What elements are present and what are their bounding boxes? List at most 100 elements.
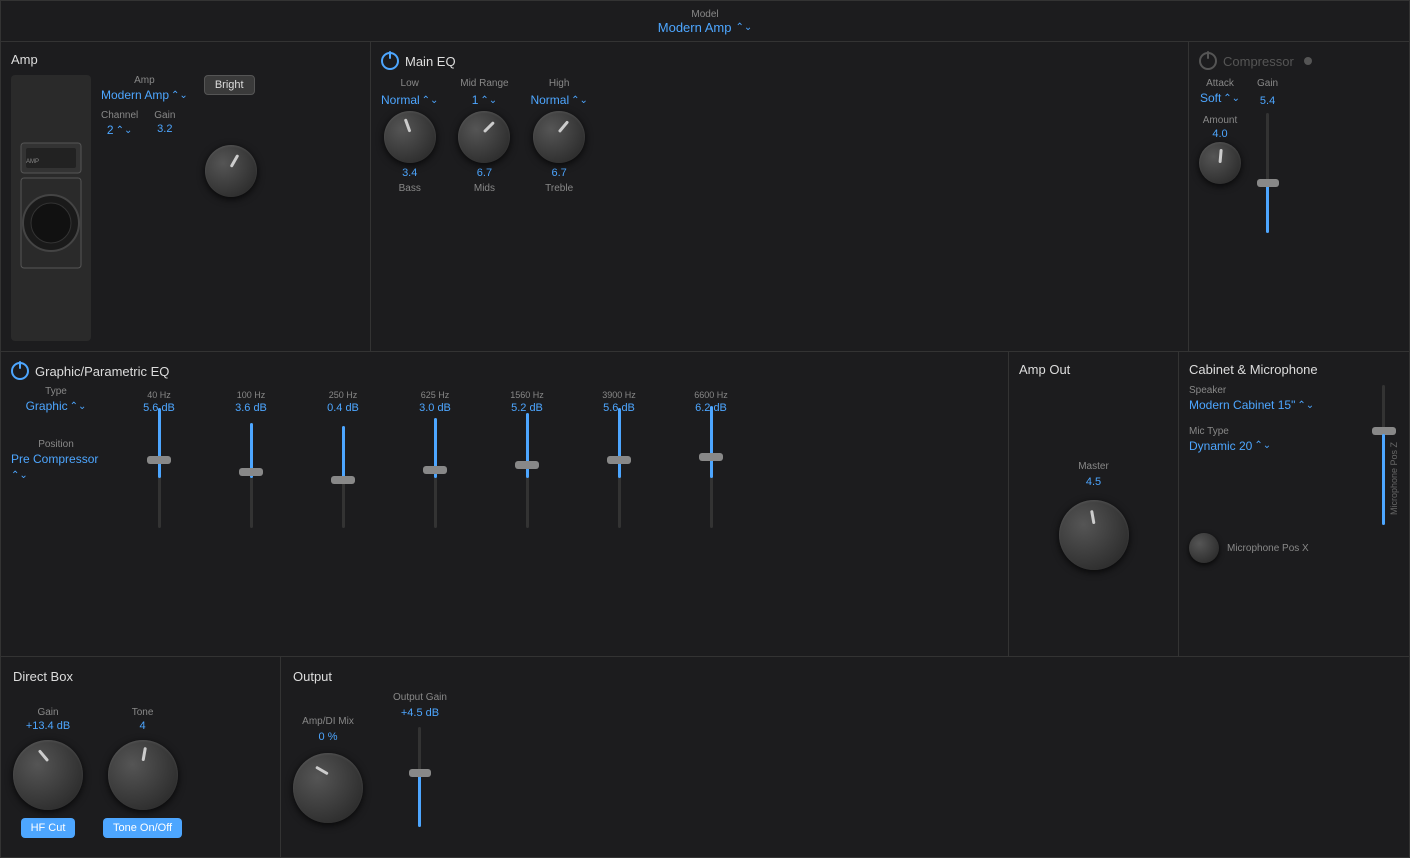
db-gain-knob[interactable] (13, 740, 83, 810)
channel-chevron: ⌃⌄ (116, 125, 133, 136)
band-6600hz-slider[interactable] (710, 422, 713, 542)
eq-band-100hz: 100 Hz 3.6 dB (211, 390, 291, 542)
gain-value: 3.2 (157, 123, 172, 135)
band-3900hz-label: 3900 Hz (602, 390, 636, 400)
db-tone-knob[interactable] (108, 740, 178, 810)
output-gain-slider[interactable] (418, 727, 421, 847)
ampdi-knob[interactable] (293, 753, 363, 823)
position-selector[interactable]: Pre Compressor ⌃⌄ (11, 452, 101, 481)
model-selector[interactable]: Modern Amp ⌃⌄ (1, 20, 1409, 35)
mic-pos-x-row: Microphone Pos X (1189, 533, 1399, 563)
eq-band-sliders: 40 Hz 5.6 dB 100 Hz (119, 386, 998, 646)
bright-button[interactable]: Bright (204, 75, 255, 95)
mic-type-label: Mic Type (1189, 426, 1229, 437)
compressor-status-dot (1304, 57, 1312, 65)
ampdi-value: 0 % (319, 731, 338, 743)
eq-low-knob[interactable] (384, 111, 436, 163)
mic-type-control: Mic Type Dynamic 20 ⌃⌄ (1189, 426, 1374, 453)
band-1560hz-label: 1560 Hz (510, 390, 544, 400)
band-250hz-value: 0.4 dB (327, 402, 359, 414)
db-tone-value: 4 (139, 720, 145, 732)
type-control: Type Graphic ⌃⌄ (11, 386, 101, 413)
amp-model-control: Amp Modern Amp ⌃⌄ (101, 75, 188, 102)
band-625hz-slider[interactable] (434, 422, 437, 542)
amp-model-label: Amp (134, 75, 155, 86)
comp-gain-label: Gain (1257, 78, 1278, 89)
band-6600hz-label: 6600 Hz (694, 390, 728, 400)
row2: Graphic/Parametric EQ Type Graphic ⌃⌄ (1, 352, 1409, 657)
svg-text:AMP: AMP (26, 159, 39, 165)
output-title: Output (293, 669, 1397, 684)
eq-bass-label: Bass (399, 183, 421, 194)
band-3900hz-slider[interactable] (618, 422, 621, 542)
output-gain-label: Output Gain (393, 692, 447, 703)
amp-bottom-controls: Channel 2 ⌃⌄ Gain 3.2 (101, 110, 360, 137)
amp-inner: AMP Amp Modern Amp ⌃⌄ (11, 75, 360, 341)
attack-control: Attack Soft ⌃⌄ (1199, 78, 1241, 105)
ampdi-label: Amp/DI Mix (302, 716, 354, 727)
amp-out-section: Amp Out Master 4.5 (1009, 352, 1179, 656)
eq-midrange-selector[interactable]: 1 ⌃⌄ (472, 93, 497, 107)
channel-control: Channel 2 ⌃⌄ (101, 110, 138, 137)
amount-label: Amount (1203, 115, 1237, 126)
main-eq-section: Main EQ Low Normal ⌃⌄ 3.4 Bass (371, 42, 1189, 351)
row1: Amp AMP (1, 42, 1409, 352)
comp-gain-slider[interactable] (1266, 113, 1269, 273)
master-knob[interactable] (1059, 500, 1129, 570)
type-selector[interactable]: Graphic ⌃⌄ (26, 399, 87, 413)
type-label: Type (45, 386, 67, 397)
ampdi-control: Amp/DI Mix 0 % (293, 716, 363, 823)
graphic-eq-power-icon[interactable] (11, 362, 29, 380)
tone-on-off-button[interactable]: Tone On/Off (103, 818, 182, 838)
mic-pos-z-label: Microphone Pos Z (1389, 395, 1399, 515)
amount-knob[interactable] (1199, 142, 1241, 184)
gain-knob-container (101, 145, 360, 197)
eq-band-625hz: 625 Hz 3.0 dB (395, 390, 475, 542)
eq-mids-knob[interactable] (458, 111, 510, 163)
sections: Amp AMP (1, 42, 1409, 857)
band-1560hz-slider[interactable] (526, 422, 529, 542)
mic-pos-z-slider[interactable] (1382, 385, 1385, 525)
speaker-selector[interactable]: Modern Cabinet 15" ⌃⌄ (1189, 398, 1314, 414)
mic-pos-x-knob[interactable] (1189, 533, 1219, 563)
eq-treble-knob[interactable] (533, 111, 585, 163)
compressor-section: Compressor Attack Soft ⌃⌄ Amoun (1189, 42, 1409, 351)
band-40hz-slider[interactable] (158, 422, 161, 542)
hf-cut-button[interactable]: HF Cut (21, 818, 76, 838)
mic-type-selector[interactable]: Dynamic 20 ⌃⌄ (1189, 439, 1271, 453)
amount-control: Amount 4.0 (1199, 115, 1241, 184)
eq-band-1560hz: 1560 Hz 5.2 dB (487, 390, 567, 542)
compressor-title: Compressor (1199, 52, 1399, 70)
master-label: Master (1078, 461, 1109, 472)
compressor-right: Gain 5.4 (1257, 78, 1278, 341)
compressor-power-icon[interactable] (1199, 52, 1217, 70)
eq-low-col: Low Normal ⌃⌄ 3.4 Bass (381, 78, 438, 194)
band-100hz-slider[interactable] (250, 422, 253, 542)
eq-mids-label: Mids (474, 183, 495, 194)
gain-knob[interactable] (205, 145, 257, 197)
band-250hz-label: 250 Hz (329, 390, 358, 400)
cabinet-section: Cabinet & Microphone Speaker Modern Cabi… (1179, 352, 1409, 656)
main-eq-label: Main EQ (405, 54, 456, 69)
eq-band-250hz: 250 Hz 0.4 dB (303, 390, 383, 542)
eq-high-col: High Normal ⌃⌄ 6.7 Treble (530, 78, 587, 194)
output-section: Output Amp/DI Mix 0 % Output Gain +4.5 d… (281, 657, 1409, 857)
attack-selector[interactable]: Soft ⌃⌄ (1200, 91, 1240, 105)
direct-box-title: Direct Box (13, 669, 268, 684)
main-eq-power-icon[interactable] (381, 52, 399, 70)
eq-band-40hz: 40 Hz 5.6 dB (119, 390, 199, 542)
header: Model Modern Amp ⌃⌄ (1, 1, 1409, 42)
channel-selector[interactable]: 2 ⌃⌄ (107, 123, 132, 137)
mic-pos-x-label: Microphone Pos X (1227, 543, 1309, 554)
eq-low-selector[interactable]: Normal ⌃⌄ (381, 93, 438, 107)
amp-controls: Amp Modern Amp ⌃⌄ Bright (101, 75, 360, 341)
speaker-label: Speaker (1189, 385, 1226, 396)
amp-model-selector[interactable]: Modern Amp ⌃⌄ (101, 88, 188, 102)
output-controls: Amp/DI Mix 0 % Output Gain +4.5 dB (293, 692, 1397, 847)
compressor-label: Compressor (1223, 54, 1294, 69)
eq-high-selector[interactable]: Normal ⌃⌄ (530, 93, 587, 107)
band-250hz-slider[interactable] (342, 422, 345, 542)
attack-label: Attack (1206, 78, 1234, 89)
band-625hz-label: 625 Hz (421, 390, 450, 400)
compressor-controls: Attack Soft ⌃⌄ Amount 4.0 (1199, 78, 1399, 341)
